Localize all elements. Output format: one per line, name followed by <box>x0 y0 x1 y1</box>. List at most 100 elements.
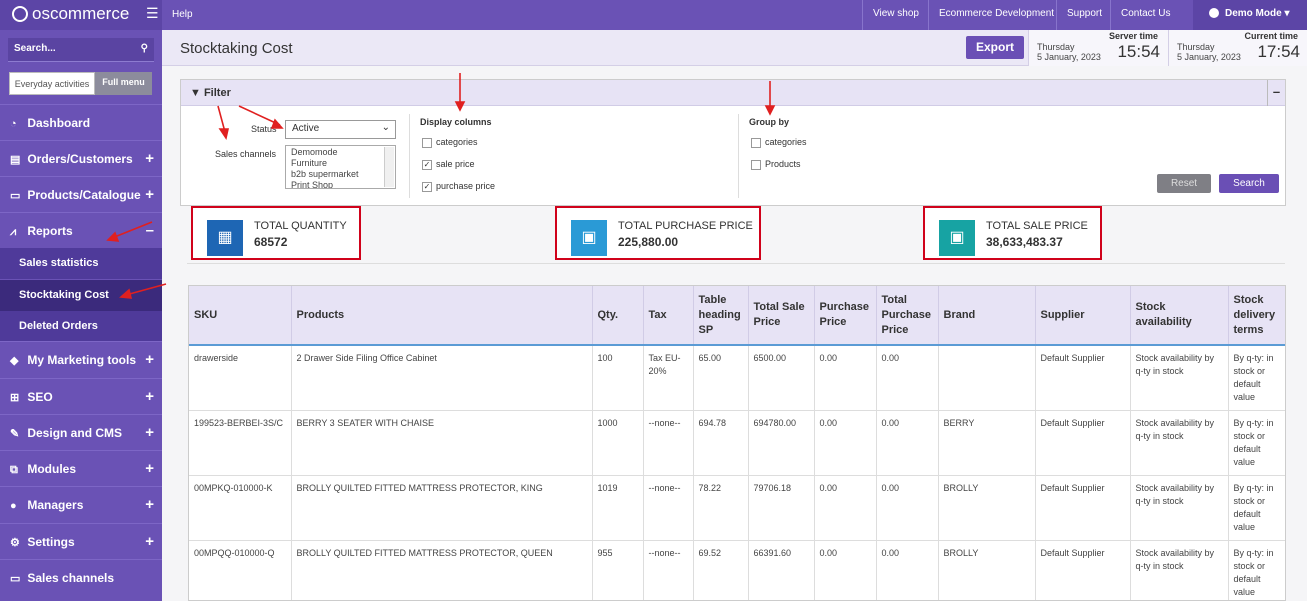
gear-icon: ⚙ <box>10 537 20 549</box>
channel-option[interactable]: Furniture <box>291 158 390 169</box>
cell-stock-delivery-terms: By q-ty: in stock or default value <box>1228 540 1285 600</box>
help-link[interactable]: Help <box>172 9 193 20</box>
sidebar-subitem-stocktaking-cost[interactable]: Stocktaking Cost <box>0 280 162 311</box>
sidebar-item-seo[interactable]: ⊞ SEO + <box>0 378 162 414</box>
col-header[interactable]: Total Purchase Price <box>876 286 939 345</box>
expand-icon[interactable]: + <box>145 451 154 487</box>
purchase-price-checkbox[interactable]: ✓ <box>422 182 432 192</box>
group-categories-checkbox[interactable] <box>751 138 761 148</box>
view-shop-link[interactable]: View shop <box>862 0 929 30</box>
cell-purchase-price: 0.00 <box>814 475 877 541</box>
expand-icon[interactable]: + <box>145 415 154 451</box>
collapse-button[interactable]: – <box>1267 80 1285 106</box>
sidebar-item-modules[interactable]: ⧉ Modules + <box>0 450 162 486</box>
col-header[interactable]: SKU <box>189 286 292 345</box>
sidebar-item-label: Sales channels <box>27 571 115 585</box>
folder-icon: ▭ <box>10 190 21 202</box>
sales-channels-list[interactable]: Demomode Furniture b2b supermarket Print… <box>285 145 396 189</box>
col-header[interactable]: Supplier <box>1035 286 1131 345</box>
col-header[interactable]: Total Sale Price <box>748 286 815 345</box>
col-header[interactable]: Stock availability <box>1130 286 1229 345</box>
sidebar-item-marketing[interactable]: ◆ My Marketing tools + <box>0 341 162 377</box>
sidebar-search-input[interactable]: Search... ⚲ <box>8 38 154 62</box>
sidebar-item-dashboard[interactable]: ◔ Dashboard <box>0 104 162 140</box>
menu-toggle-icon[interactable]: ☰ <box>146 5 159 22</box>
col-header[interactable]: Brand <box>938 286 1036 345</box>
expand-icon[interactable]: + <box>145 342 154 378</box>
logo[interactable]: oscommerce ☰ <box>0 0 162 30</box>
cell-total-sale-price: 6500.00 <box>748 344 815 411</box>
tab-full-menu[interactable]: Full menu <box>95 72 152 95</box>
categories-checkbox[interactable] <box>422 138 432 148</box>
sidebar: oscommerce ☰ Search... ⚲ Everyday activi… <box>0 0 162 601</box>
divider <box>409 114 410 198</box>
col-header[interactable]: Products <box>291 286 593 345</box>
filter-panel: ▼ Filter – Status Active ⌄ Sales channel… <box>180 79 1286 206</box>
col-header[interactable]: Table heading SP <box>693 286 749 345</box>
cell-brand: BERRY <box>938 410 1036 476</box>
table-row[interactable]: 00MPKQ-010000-K BROLLY QUILTED FITTED MAT… <box>189 475 1285 541</box>
col-header[interactable]: Tax <box>643 286 694 345</box>
collapse-icon[interactable]: – <box>146 213 154 249</box>
cell-qty: 100 <box>592 344 644 411</box>
search-icon[interactable]: ⚲ <box>141 43 148 54</box>
expand-icon[interactable]: + <box>145 379 154 415</box>
cell-purchase-price: 0.00 <box>814 540 877 600</box>
col-header[interactable]: Stock delivery terms <box>1228 286 1285 345</box>
cell-stock-delivery-terms: By q-ty: in stock or default value <box>1228 475 1285 541</box>
current-time-label: Current time <box>1244 31 1298 41</box>
sale-price-checkbox[interactable]: ✓ <box>422 160 432 170</box>
server-day: Thursday <box>1037 42 1075 52</box>
user-menu[interactable]: Demo Mode ▾ <box>1193 0 1307 30</box>
scrollbar[interactable] <box>384 147 394 187</box>
search-button[interactable]: Search <box>1219 174 1279 193</box>
monitor-icon: ▭ <box>10 573 21 585</box>
expand-icon[interactable]: + <box>145 524 154 560</box>
channel-option[interactable]: Demomode <box>291 147 390 158</box>
channel-option[interactable]: b2b supermarket <box>291 169 390 180</box>
current-day: Thursday <box>1177 42 1215 52</box>
sale-price-option-label: sale price <box>436 159 475 169</box>
export-button[interactable]: Export <box>966 36 1024 59</box>
sidebar-item-orders[interactable]: ▤ Orders/Customers + <box>0 140 162 176</box>
cell-brand: BROLLY <box>938 540 1036 600</box>
contact-us-link[interactable]: Contact Us <box>1110 0 1180 30</box>
col-header[interactable]: Purchase Price <box>814 286 877 345</box>
sidebar-item-design[interactable]: ✎ Design and CMS + <box>0 414 162 450</box>
current-time: Current time Thursday 5 January, 2023 17:… <box>1168 30 1307 66</box>
sidebar-item-settings[interactable]: ⚙ Settings + <box>0 523 162 559</box>
expand-icon[interactable]: + <box>145 141 154 177</box>
channel-option[interactable]: Print Shop <box>291 180 390 188</box>
group-products-checkbox[interactable] <box>751 160 761 170</box>
sidebar-item-products[interactable]: ▭ Products/Catalogue + <box>0 176 162 212</box>
avatar-icon <box>1209 8 1219 19</box>
cell-total-sale-price: 79706.18 <box>748 475 815 541</box>
reset-button[interactable]: Reset <box>1157 174 1211 193</box>
page-title: Stocktaking Cost <box>180 40 293 57</box>
filter-header[interactable]: ▼ Filter – <box>181 80 1285 106</box>
chevron-down-icon: ⌄ <box>381 122 390 133</box>
user-name: Demo Mode ▾ <box>1225 8 1290 19</box>
col-header[interactable]: Qty. <box>592 286 644 345</box>
sidebar-item-label: Orders/Customers <box>27 152 133 166</box>
expand-icon[interactable]: + <box>145 177 154 213</box>
cell-tax: --none-- <box>643 475 694 541</box>
support-link[interactable]: Support <box>1056 0 1112 30</box>
ecommerce-development-link[interactable]: Ecommerce Development <box>928 0 1064 30</box>
tab-everyday-activities[interactable]: Everyday activities <box>9 72 95 95</box>
cell-qty: 1000 <box>592 410 644 476</box>
logo-icon <box>12 6 28 22</box>
expand-icon[interactable]: + <box>145 487 154 523</box>
table-row[interactable]: 00MPQQ-010000-Q BROLLY QUILTED FITTED MAT… <box>189 540 1285 600</box>
sidebar-subitem-sales-statistics[interactable]: Sales statistics <box>0 248 162 279</box>
cell-supplier: Default Supplier <box>1035 344 1131 411</box>
sidebar-item-sales-channels[interactable]: ▭ Sales channels <box>0 559 162 595</box>
sidebar-item-managers[interactable]: ● Managers + <box>0 486 162 522</box>
table-row[interactable]: 199523-BERBEI-3S/C BERRY 3 SEATER WITH CH… <box>189 410 1285 476</box>
status-select[interactable]: Active ⌄ <box>285 120 396 139</box>
user-icon: ● <box>10 500 17 512</box>
server-time: Server time Thursday 5 January, 2023 15:5… <box>1028 30 1168 66</box>
sidebar-subitem-deleted-orders[interactable]: Deleted Orders <box>0 311 162 342</box>
table-row[interactable]: drawerside 2 Drawer Side Filing Office Ca… <box>189 344 1285 411</box>
sidebar-item-reports[interactable]: ⩘ Reports – <box>0 212 162 248</box>
